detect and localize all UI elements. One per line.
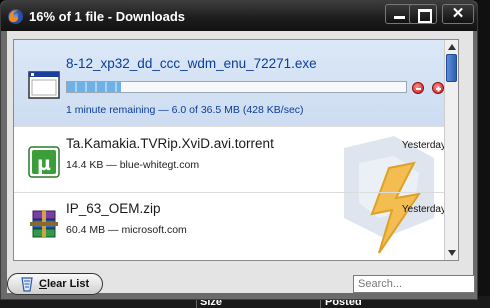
svg-text:µ: µ [37, 153, 51, 175]
download-status: 14.4 KB — blue-whitegt.com [66, 159, 200, 171]
window-content: 8-12_xp32_dd_ccc_wdm_enu_72271.exe 1 min… [7, 31, 475, 295]
downloads-list: 8-12_xp32_dd_ccc_wdm_enu_72271.exe 1 min… [13, 39, 459, 261]
pause-icon[interactable] [412, 82, 424, 94]
download-item[interactable]: 8-12_xp32_dd_ccc_wdm_enu_72271.exe 1 min… [14, 40, 458, 127]
title-bar[interactable]: 16% of 1 file - Downloads ✕ [1, 1, 477, 31]
broom-icon [21, 277, 33, 292]
maximize-button[interactable] [409, 4, 437, 24]
download-item[interactable]: µ Ta.Kamakia.TVRip.XviD.avi.torrent 14.4… [14, 128, 458, 193]
download-item[interactable]: IP_63_OEM.zip 60.4 MB — microsoft.com Ye… [14, 194, 458, 260]
window-title: 16% of 1 file - Downloads [29, 9, 186, 24]
close-button[interactable]: ✕ [442, 4, 474, 24]
download-progress-bar [66, 81, 407, 93]
download-date: Yesterday [401, 204, 446, 215]
download-date: Yesterday [401, 140, 446, 151]
list-scrollbar[interactable] [444, 40, 458, 260]
downloads-window: 16% of 1 file - Downloads ✕ 8-12_xp32_dd… [0, 0, 478, 300]
utorrent-icon: µ [28, 146, 60, 178]
firefox-icon [8, 9, 23, 24]
winrar-archive-icon [30, 210, 58, 238]
scroll-up-arrow-icon[interactable] [448, 44, 456, 50]
download-filename: Ta.Kamakia.TVRip.XviD.avi.torrent [66, 136, 274, 151]
search-input[interactable] [353, 275, 475, 293]
close-icon: ✕ [451, 5, 465, 22]
background-window-edge [476, 0, 490, 308]
exe-window-icon [28, 71, 60, 99]
download-status: 60.4 MB — microsoft.com [66, 224, 187, 236]
scroll-thumb[interactable] [446, 54, 457, 82]
download-status: 1 minute remaining — 6.0 of 36.5 MB (428… [66, 104, 304, 116]
cancel-icon[interactable] [432, 82, 444, 94]
clear-list-button[interactable]: Clear List [7, 273, 103, 295]
clear-list-label: Clear List [39, 278, 90, 290]
scroll-down-arrow-icon[interactable] [448, 250, 456, 256]
download-filename: IP_63_OEM.zip [66, 201, 161, 216]
download-filename: 8-12_xp32_dd_ccc_wdm_enu_72271.exe [66, 56, 317, 71]
download-progress-fill [67, 82, 122, 92]
